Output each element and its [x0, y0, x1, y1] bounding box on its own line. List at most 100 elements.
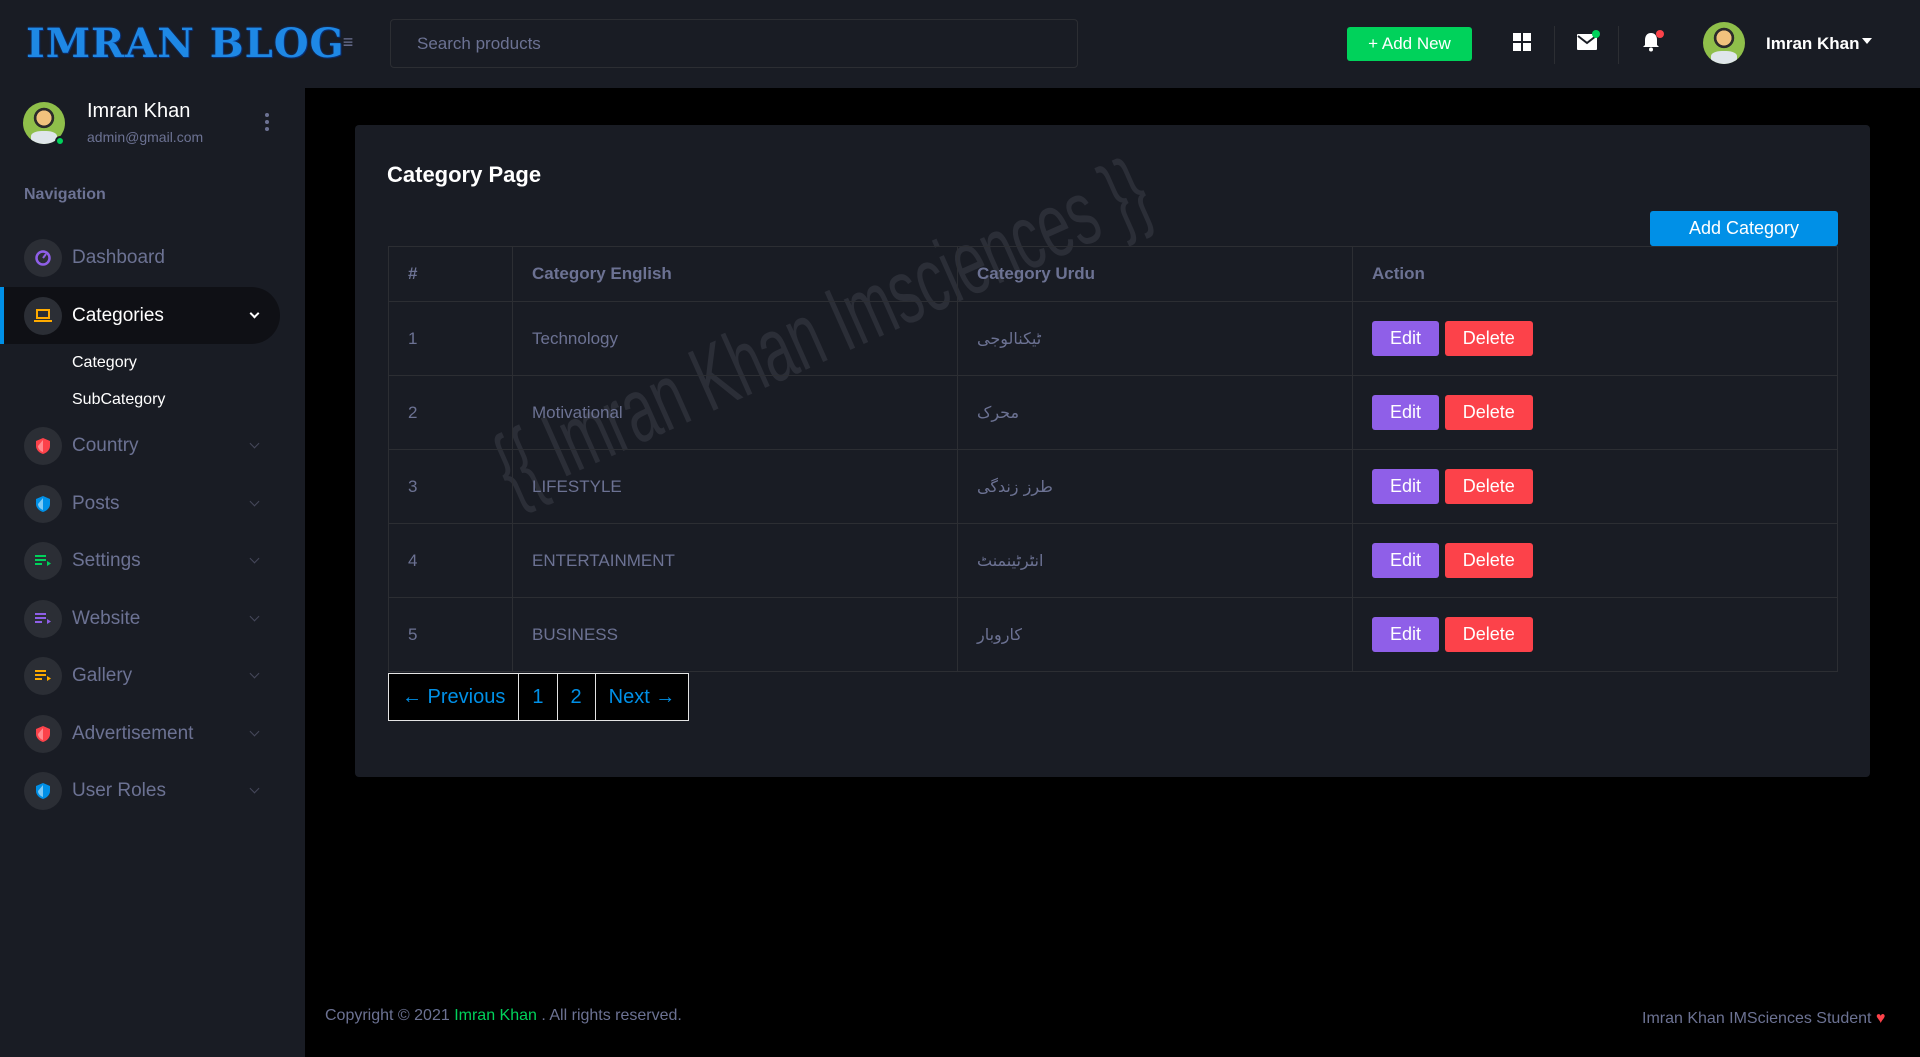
- row-id: 5: [388, 597, 513, 672]
- add-category-button[interactable]: Add Category: [1650, 211, 1838, 246]
- sidebar-item-posts[interactable]: Posts: [0, 475, 305, 532]
- edit-button[interactable]: Edit: [1372, 469, 1439, 504]
- notification-dot: [1656, 30, 1664, 38]
- table-row: 5 BUSINESS کاروبار Edit Delete: [388, 597, 1838, 672]
- security-icon: [24, 426, 62, 465]
- row-actions: Edit Delete: [1352, 523, 1838, 598]
- sidebar-subitem-subcategory[interactable]: SubCategory: [72, 391, 165, 409]
- table-row: 4 ENTERTAINMENT انٹرٹینمنٹ Edit Delete: [388, 523, 1838, 598]
- row-urdu: طرز زندگی: [957, 449, 1353, 524]
- nav-heading: Navigation: [24, 186, 106, 203]
- header-user-name[interactable]: Imran Khan: [1766, 34, 1860, 54]
- chevron-down-icon: [249, 553, 260, 563]
- delete-button[interactable]: Delete: [1444, 469, 1533, 504]
- footer-copyright: Copyright © 2021 Imran Khan . All rights…: [325, 1007, 682, 1025]
- sidebar-item-label: Dashboard: [72, 246, 165, 268]
- delete-button[interactable]: Delete: [1444, 321, 1533, 356]
- add-new-button[interactable]: + Add New: [1347, 27, 1472, 61]
- heart-icon: ♥: [1875, 1010, 1886, 1027]
- playlist-play-icon: [24, 599, 62, 638]
- playlist-play-icon: [24, 656, 62, 695]
- delete-button[interactable]: Delete: [1444, 543, 1533, 578]
- pagination-page-1[interactable]: 1: [519, 674, 558, 720]
- pagination-previous[interactable]: ← Previous: [389, 674, 520, 720]
- delete-button[interactable]: Delete: [1444, 617, 1533, 652]
- row-urdu: محرک: [957, 375, 1353, 450]
- mail-unread-dot: [1592, 30, 1600, 38]
- sidebar-item-advertisement[interactable]: Advertisement: [0, 705, 305, 762]
- row-id: 3: [388, 449, 513, 524]
- row-id: 4: [388, 523, 513, 598]
- sidebar-item-label: Country: [72, 434, 139, 456]
- row-actions: Edit Delete: [1352, 597, 1838, 672]
- chevron-down-icon: [249, 308, 260, 318]
- copyright-rights: . All rights reserved.: [541, 1007, 682, 1024]
- sidebar-item-settings[interactable]: Settings: [0, 532, 305, 589]
- sidebar-item-label: Settings: [72, 549, 141, 571]
- security-icon: [24, 714, 62, 753]
- row-id: 1: [388, 301, 513, 376]
- security-icon: [24, 771, 62, 810]
- edit-button[interactable]: Edit: [1372, 395, 1439, 430]
- sidebar-item-label: Gallery: [72, 664, 133, 686]
- row-actions: Edit Delete: [1352, 375, 1838, 450]
- profile-name: Imran Khan: [87, 100, 191, 122]
- table-row: 1 Technology ٹیکنالوجی Edit Delete: [388, 301, 1838, 376]
- sidebar-item-dashboard[interactable]: Dashboard: [0, 229, 305, 286]
- brand-logo[interactable]: IMRAN BLOG: [26, 20, 345, 67]
- chevron-down-icon: [249, 783, 260, 793]
- table-header-row: # Category English Category Urdu Action: [388, 246, 1838, 302]
- row-english: BUSINESS: [512, 597, 958, 672]
- chevron-down-icon: [249, 726, 260, 736]
- row-actions: Edit Delete: [1352, 301, 1838, 376]
- grid-view-icon[interactable]: [1506, 26, 1538, 58]
- column-header: Category Urdu: [957, 246, 1353, 302]
- row-english: ENTERTAINMENT: [512, 523, 958, 598]
- sidebar-item-gallery[interactable]: Gallery: [0, 647, 305, 704]
- edit-button[interactable]: Edit: [1372, 543, 1439, 578]
- sidebar-item-label: Categories: [72, 304, 164, 326]
- row-urdu: کاروبار: [957, 597, 1353, 672]
- row-english: Motivational: [512, 375, 958, 450]
- menu-toggle-icon[interactable]: ≡: [337, 30, 359, 54]
- chevron-down-icon: [249, 611, 260, 621]
- pagination-page-2[interactable]: 2: [558, 674, 596, 720]
- pagination-next[interactable]: Next →: [596, 674, 689, 720]
- sidebar-item-categories[interactable]: Categories: [0, 287, 280, 344]
- sidebar-item-label: Advertisement: [72, 722, 194, 744]
- table-row: 3 LIFESTYLE طرز زندگی Edit Delete: [388, 449, 1838, 524]
- pagination: ← Previous 1 2 Next →: [388, 673, 690, 721]
- row-urdu: انٹرٹینمنٹ: [957, 523, 1353, 598]
- header-divider: [1554, 26, 1555, 64]
- profile-email: admin@gmail.com: [87, 129, 204, 145]
- sidebar-item-label: Posts: [72, 492, 120, 514]
- row-id: 2: [388, 375, 513, 450]
- delete-button[interactable]: Delete: [1444, 395, 1533, 430]
- category-table: # Category English Category Urdu Action …: [388, 246, 1838, 672]
- row-english: Technology: [512, 301, 958, 376]
- profile-options-icon[interactable]: [265, 113, 271, 134]
- search-input[interactable]: [390, 19, 1078, 68]
- edit-button[interactable]: Edit: [1372, 617, 1439, 652]
- sidebar-subitem-category[interactable]: Category: [72, 354, 137, 372]
- header-divider: [1618, 26, 1619, 64]
- sidebar-item-website[interactable]: Website: [0, 590, 305, 647]
- sidebar-item-country[interactable]: Country: [0, 417, 305, 474]
- header-avatar[interactable]: [1703, 22, 1745, 64]
- column-header: #: [388, 246, 513, 302]
- user-dropdown-caret-icon[interactable]: [1862, 38, 1872, 44]
- sidebar-item-user-roles[interactable]: User Roles: [0, 762, 305, 819]
- footer-author-link[interactable]: Imran Khan: [454, 1007, 537, 1024]
- copyright-prefix: Copyright © 2021: [325, 1007, 450, 1024]
- speedometer-icon: [24, 238, 62, 277]
- chevron-down-icon: [249, 668, 260, 678]
- edit-button[interactable]: Edit: [1372, 321, 1439, 356]
- table-row: 2 Motivational محرک Edit Delete: [388, 375, 1838, 450]
- online-status-dot: [55, 136, 65, 146]
- row-english: LIFESTYLE: [512, 449, 958, 524]
- chevron-down-icon: [249, 496, 260, 506]
- row-actions: Edit Delete: [1352, 449, 1838, 524]
- security-icon: [24, 484, 62, 523]
- sidebar-item-label: User Roles: [72, 779, 166, 801]
- playlist-play-icon: [24, 541, 62, 580]
